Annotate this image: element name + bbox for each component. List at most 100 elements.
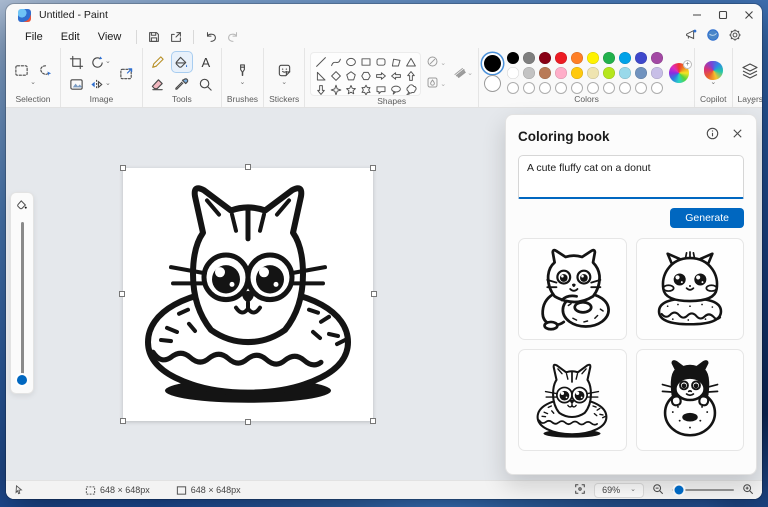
selection-handle-top-right[interactable] — [370, 165, 376, 171]
background-color-swatch[interactable] — [484, 74, 502, 92]
color-swatch[interactable] — [539, 67, 552, 79]
shape-triangle-icon[interactable] — [404, 55, 417, 68]
copilot-dropdown-chevron[interactable]: ⌄ — [710, 79, 716, 86]
magnifier-tool-button[interactable] — [196, 74, 216, 94]
shape-right-triangle-icon[interactable] — [314, 69, 327, 82]
copilot-icon[interactable] — [703, 60, 723, 80]
shape-thickness-chevron[interactable]: ⌄ — [467, 70, 473, 77]
color-swatch-empty[interactable] — [603, 82, 616, 94]
save-button[interactable] — [143, 28, 165, 46]
color-swatch-empty[interactable] — [635, 82, 648, 94]
shape-diamond-icon[interactable] — [329, 69, 342, 82]
size-slider-track[interactable] — [17, 222, 27, 385]
stickers-button[interactable] — [274, 60, 294, 80]
color-swatch[interactable] — [587, 67, 600, 79]
fill-tool-button[interactable] — [171, 52, 192, 72]
selection-handle-top-left[interactable] — [120, 165, 126, 171]
color-swatch-empty[interactable] — [539, 82, 552, 94]
selection-handle-mid-left[interactable] — [119, 291, 125, 297]
zoom-level-dropdown[interactable]: 69% ⌄ — [594, 482, 644, 498]
flip-button[interactable]: ⌄ — [90, 77, 111, 92]
color-swatch-empty[interactable] — [571, 82, 584, 94]
shape-oval-icon[interactable] — [344, 55, 357, 68]
shape-outline-chevron[interactable]: ⌄ — [440, 60, 446, 67]
shape-fill-chevron[interactable]: ⌄ — [440, 81, 446, 88]
selection-dropdown-chevron[interactable]: ⌄ — [30, 79, 36, 86]
selection-handle-bottom-left[interactable] — [120, 418, 126, 424]
eraser-tool-button[interactable] — [148, 74, 168, 94]
text-tool-button[interactable]: A — [196, 52, 216, 72]
shape-rectangle-icon[interactable] — [359, 55, 372, 68]
color-swatch-empty[interactable] — [507, 82, 520, 94]
color-swatch[interactable] — [507, 52, 520, 64]
account-avatar[interactable] — [706, 28, 720, 47]
color-swatch[interactable] — [571, 67, 584, 79]
color-swatch-empty[interactable] — [619, 82, 632, 94]
color-swatch[interactable] — [555, 67, 568, 79]
shape-star-5-icon[interactable] — [344, 83, 357, 95]
shape-arrow-left-icon[interactable] — [389, 69, 402, 82]
ribbon-collapse-chevron[interactable]: ⌄ — [749, 97, 756, 106]
color-swatch[interactable] — [587, 52, 600, 64]
color-picker-tool-button[interactable] — [172, 74, 192, 94]
shape-curve-icon[interactable] — [329, 55, 342, 68]
brushes-button[interactable] — [232, 60, 252, 80]
result-thumbnail-2[interactable] — [635, 238, 744, 340]
color-swatch[interactable] — [523, 52, 536, 64]
color-swatch[interactable] — [651, 67, 664, 79]
panel-close-icon[interactable] — [731, 127, 744, 145]
crop-button[interactable] — [66, 52, 86, 72]
brushes-dropdown-chevron[interactable]: ⌄ — [240, 79, 246, 86]
color-swatch[interactable] — [523, 67, 536, 79]
shape-arrow-right-icon[interactable] — [374, 69, 387, 82]
menu-file[interactable]: File — [16, 29, 52, 45]
zoom-out-button[interactable] — [652, 483, 664, 497]
redo-button[interactable] — [222, 28, 244, 46]
result-thumbnail-1[interactable] — [518, 238, 627, 340]
color-swatch[interactable] — [571, 52, 584, 64]
shape-thickness-button[interactable] — [453, 65, 467, 83]
shape-arrow-down-icon[interactable] — [314, 83, 327, 95]
zoom-in-button[interactable] — [742, 483, 754, 497]
prompt-input[interactable]: A cute fluffy cat on a donut — [518, 155, 744, 199]
color-swatch[interactable] — [651, 52, 664, 64]
size-slider-handle[interactable] — [17, 375, 27, 385]
edit-colors-button[interactable]: + — [669, 60, 693, 83]
foreground-color-swatch[interactable] — [484, 54, 502, 72]
shape-speech-oval-icon[interactable] — [389, 83, 402, 95]
stickers-dropdown-chevron[interactable]: ⌄ — [281, 79, 287, 86]
close-button[interactable] — [736, 4, 762, 26]
shape-hexagon-icon[interactable] — [359, 69, 372, 82]
rotate-button[interactable]: ⌄ — [90, 55, 111, 70]
color-swatch[interactable] — [603, 67, 616, 79]
color-swatch-empty[interactable] — [587, 82, 600, 94]
shape-pentagon-icon[interactable] — [344, 69, 357, 82]
selection-handle-top-center[interactable] — [245, 164, 251, 170]
color-swatch[interactable] — [635, 52, 648, 64]
fit-to-screen-button[interactable] — [574, 483, 586, 497]
info-icon[interactable] — [706, 127, 719, 145]
color-swatch[interactable] — [539, 52, 552, 64]
color-swatch[interactable] — [603, 52, 616, 64]
color-swatch-empty[interactable] — [651, 82, 664, 94]
zoom-slider-handle[interactable] — [674, 485, 684, 495]
selection-handle-mid-right[interactable] — [371, 291, 377, 297]
color-swatch[interactable] — [619, 67, 632, 79]
result-thumbnail-3[interactable] — [518, 349, 627, 451]
menu-view[interactable]: View — [89, 29, 131, 45]
background-removal-button[interactable] — [66, 74, 86, 94]
shape-star-6-icon[interactable] — [359, 83, 372, 95]
selection-handle-bottom-center[interactable] — [245, 419, 251, 425]
shape-outline-button[interactable] — [426, 55, 439, 73]
color-swatch[interactable] — [555, 52, 568, 64]
color-swatch-empty[interactable] — [523, 82, 536, 94]
shape-speech-rect-icon[interactable] — [374, 83, 387, 95]
color-swatch[interactable] — [635, 67, 648, 79]
color-swatch[interactable] — [619, 52, 632, 64]
resize-image-button[interactable] — [117, 63, 137, 83]
minimize-button[interactable] — [684, 4, 710, 26]
shape-star-4-icon[interactable] — [329, 83, 342, 95]
result-thumbnail-4[interactable] — [635, 349, 744, 451]
undo-button[interactable] — [200, 28, 222, 46]
shape-fill-button[interactable] — [426, 76, 439, 94]
